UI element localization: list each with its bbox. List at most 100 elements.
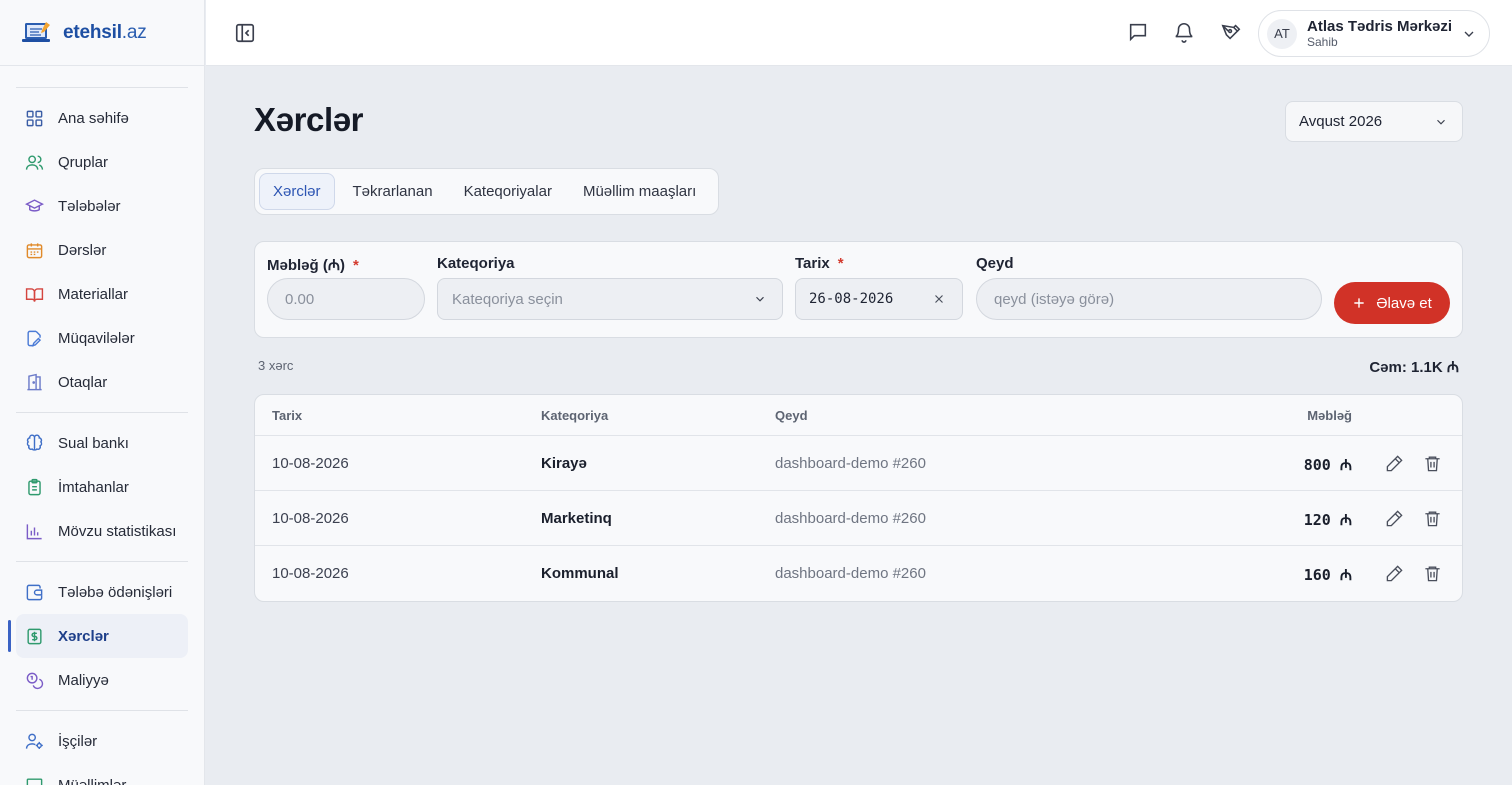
sidebar: etehsil.az Ana səhifə Qruplar Tələbələr … [0, 0, 205, 785]
table-header: Tarix Kateqoriya Qeyd Məbləğ [255, 395, 1462, 436]
table-row: 10-08-2026 Kirayə dashboard-demo #260 80… [255, 436, 1462, 491]
wallet-icon [26, 584, 43, 600]
sidebar-item-otaqlar[interactable]: Otaqlar [16, 360, 188, 404]
row-category: Kirayə [541, 455, 587, 472]
brand[interactable]: etehsil.az [0, 0, 204, 66]
category-label: Kateqoriya [437, 255, 515, 272]
row-amount: 800 ₼ [1303, 456, 1352, 474]
teacher-icon [26, 777, 43, 785]
add-expense-button[interactable]: Əlavə et [1334, 282, 1450, 324]
tab-tekrarlanan[interactable]: Təkrarlanan [340, 173, 446, 210]
calendar-icon [26, 242, 43, 258]
nav-divider [16, 87, 188, 88]
sidebar-item-label: Maliyyə [58, 671, 109, 689]
column-date: Tarix [272, 408, 303, 423]
message-icon[interactable] [1127, 21, 1149, 43]
edit-icon[interactable] [1385, 509, 1404, 528]
user-menu[interactable]: AT Atlas Tədris Mərkəzi Sahib [1258, 10, 1490, 57]
sidebar-item-label: Tələbə ödənişləri [58, 583, 173, 601]
table-row: 10-08-2026 Marketinq dashboard-demo #260… [255, 491, 1462, 546]
sidebar-item-telebeler[interactable]: Tələbələr [16, 184, 188, 228]
amount-placeholder: 0.00 [285, 290, 315, 308]
sidebar-toggle-icon[interactable] [234, 22, 256, 44]
row-note: dashboard-demo #260 [775, 455, 926, 472]
topbar: AT Atlas Tədris Mərkəzi Sahib [206, 0, 1512, 66]
month-select[interactable]: Avqust 2026 [1285, 101, 1463, 142]
nav-divider [16, 561, 188, 562]
month-value: Avqust 2026 [1299, 113, 1383, 130]
note-input[interactable]: qeyd (istəyə görə) [976, 278, 1322, 320]
sidebar-item-muqavileler[interactable]: Müqavilələr [16, 316, 188, 360]
note-placeholder: qeyd (istəyə görə) [994, 290, 1115, 308]
edit-icon[interactable] [1385, 564, 1404, 583]
sidebar-item-label: Mövzu statistikası [58, 522, 177, 540]
sidebar-item-muellimler[interactable]: Müəllimlər [16, 763, 188, 785]
row-date: 10-08-2026 [272, 565, 349, 582]
sidebar-item-telebe-odenisleri[interactable]: Tələbə ödənişləri [16, 570, 188, 614]
user-role: Sahib [1307, 34, 1338, 49]
sidebar-item-sual-banki[interactable]: Sual bankı [16, 421, 188, 465]
sidebar-nav: Ana səhifə Qruplar Tələbələr Dərslər Mat… [0, 87, 204, 785]
user-name: Atlas Tədris Mərkəzi [1307, 17, 1453, 35]
brand-tld: .az [121, 21, 147, 43]
row-category: Kommunal [541, 565, 619, 582]
column-category: Kateqoriya [541, 408, 609, 423]
sidebar-item-label: Tələbələr [58, 197, 121, 215]
tab-muellim-maaslari[interactable]: Müəllim maaşları [570, 173, 709, 210]
sidebar-item-xercler[interactable]: Xərclər [8, 614, 188, 658]
sidebar-item-dersler[interactable]: Dərslər [16, 228, 188, 272]
sidebar-item-isciler[interactable]: İşçilər [16, 719, 188, 763]
bar-chart-icon [26, 523, 42, 539]
row-note: dashboard-demo #260 [775, 510, 926, 527]
trash-icon[interactable] [1423, 564, 1442, 583]
category-select[interactable]: Kateqoriya seçin [437, 278, 783, 320]
chevron-down-icon [756, 296, 764, 302]
sidebar-item-qruplar[interactable]: Qruplar [16, 140, 188, 184]
brain-icon [26, 433, 43, 451]
row-category: Marketinq [541, 510, 612, 527]
chevron-down-icon [1437, 119, 1445, 125]
users-icon [25, 154, 44, 170]
sidebar-item-imtahanlar[interactable]: İmtahanlar [16, 465, 188, 509]
column-amount: Məbləğ [1307, 408, 1352, 423]
clipboard-list-icon [28, 478, 41, 495]
sidebar-item-movzu-statistikasi[interactable]: Mövzu statistikası [16, 509, 188, 553]
amount-input[interactable]: 0.00 [267, 278, 425, 320]
bell-icon[interactable] [1173, 21, 1195, 43]
amount-label: Məbləğ (₼) * [267, 257, 359, 274]
trash-icon[interactable] [1423, 454, 1442, 473]
file-edit-icon [27, 330, 42, 347]
add-expense-form: Məbləğ (₼) * 0.00 Kateqoriya Kateqoriya s… [254, 241, 1463, 338]
nav-divider [16, 412, 188, 413]
sidebar-item-materiallar[interactable]: Materiallar [16, 272, 188, 316]
column-note: Qeyd [775, 408, 808, 423]
sidebar-item-label: İmtahanlar [58, 478, 129, 496]
date-value: 26-08-2026 [809, 291, 894, 307]
required-mark: * [352, 257, 359, 274]
sidebar-item-ana-sehife[interactable]: Ana səhifə [16, 96, 188, 140]
clear-icon[interactable] [932, 292, 946, 306]
trash-icon[interactable] [1423, 509, 1442, 528]
page-title: Xərclər [254, 101, 364, 138]
required-mark: * [837, 255, 844, 272]
grid-icon [26, 110, 43, 126]
row-amount: 120 ₼ [1303, 511, 1352, 529]
sidebar-item-label: Müqavilələr [58, 329, 135, 347]
pen-tool-icon[interactable] [1220, 21, 1242, 43]
sidebar-item-label: İşçilər [58, 732, 98, 750]
row-note: dashboard-demo #260 [775, 565, 926, 582]
edit-icon[interactable] [1385, 454, 1404, 473]
tab-xercler[interactable]: Xərclər [259, 173, 335, 210]
expense-total: Cəm: 1.1K ₼ [1369, 359, 1459, 376]
sidebar-item-label: Otaqlar [58, 373, 108, 391]
book-open-icon [25, 287, 44, 302]
tab-kateqoriyalar[interactable]: Kateqoriyalar [451, 173, 565, 210]
brand-name: etehsil [63, 21, 122, 43]
date-input[interactable]: 26-08-2026 [795, 278, 963, 320]
user-cog-icon [25, 733, 43, 749]
dollar-receipt-icon [27, 628, 42, 644]
table-row: 10-08-2026 Kommunal dashboard-demo #260 … [255, 546, 1462, 601]
sidebar-item-label: Xərclər [58, 627, 109, 645]
door-icon [27, 373, 42, 390]
sidebar-item-maliyye[interactable]: Maliyyə [16, 658, 188, 702]
